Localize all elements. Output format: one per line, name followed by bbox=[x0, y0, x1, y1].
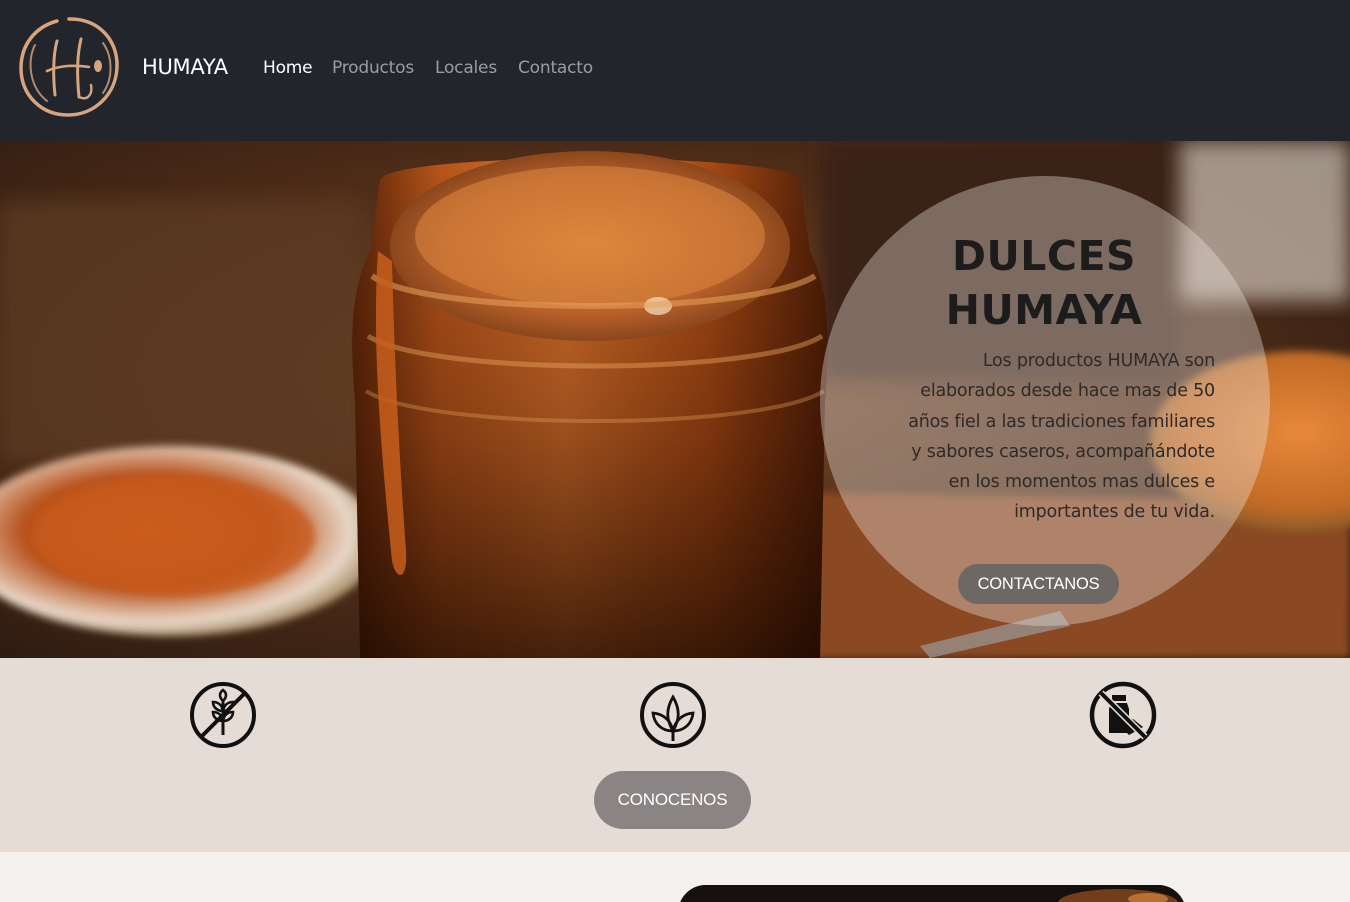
brand-name[interactable]: HUMAYA bbox=[142, 55, 228, 79]
about-section bbox=[0, 852, 1350, 902]
nav-link-contacto[interactable]: Contacto bbox=[518, 58, 593, 78]
features-section: CONOCENOS bbox=[0, 658, 1350, 852]
hero-text-line: años fiel a las tradiciones familiares bbox=[908, 411, 1215, 432]
dairy-free-icon bbox=[1089, 681, 1157, 749]
top-navbar: HUMAYA Home Productos Locales Contacto bbox=[0, 0, 1350, 141]
hero-text-line: en los momentos mas dulces e bbox=[948, 472, 1216, 493]
hero-text-line: y sabores caseros, acompañándote bbox=[911, 441, 1215, 462]
hero-title-line-1: DULCES bbox=[951, 232, 1137, 280]
nav-link-productos[interactable]: Productos bbox=[332, 58, 414, 78]
nav-link-home[interactable]: Home bbox=[263, 58, 313, 78]
humaya-logo-icon[interactable] bbox=[17, 15, 121, 119]
hero-description: Los productos HUMAYA son elaborados desd… bbox=[872, 346, 1215, 528]
hero-text-line: elaborados desde hace mas de 50 bbox=[920, 381, 1215, 402]
nav-link-locales[interactable]: Locales bbox=[435, 58, 497, 78]
plant-based-icon bbox=[639, 681, 707, 749]
hero-section: DULCES HUMAYA Los productos HUMAYA son e… bbox=[0, 141, 1350, 658]
hero-title-line-2: HUMAYA bbox=[945, 286, 1143, 334]
about-image bbox=[678, 885, 1186, 902]
conocenos-button[interactable]: CONOCENOS bbox=[594, 771, 751, 829]
hero-text-line: Los productos HUMAYA son bbox=[982, 351, 1215, 371]
hero-text-line: importantes de tu vida. bbox=[1014, 502, 1215, 523]
gluten-free-icon bbox=[189, 681, 257, 749]
hero-title: DULCES HUMAYA bbox=[820, 229, 1268, 337]
contactanos-button[interactable]: CONTACTANOS bbox=[958, 564, 1119, 604]
